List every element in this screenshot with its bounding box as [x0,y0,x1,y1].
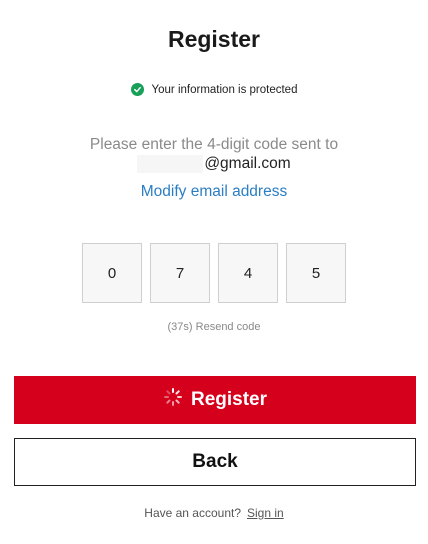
shield-check-icon [130,83,144,96]
masked-email-prefix [137,155,204,173]
signin-link[interactable]: Sign in [247,506,284,520]
code-digit-4[interactable]: 5 [286,243,346,303]
loading-spinner-icon [163,387,183,413]
signin-prompt: Have an account? Sign in [0,506,428,520]
code-digit-1[interactable]: 0 [82,243,142,303]
email-suffix: @gmail.com [204,155,291,172]
security-notice: Your information is protected [0,83,428,96]
modify-email-link[interactable]: Modify email address [0,183,428,201]
code-digit-2[interactable]: 7 [150,243,210,303]
code-digit-3[interactable]: 4 [218,243,278,303]
page-title: Register [167,26,261,52]
account-prompt-text: Have an account? [144,506,242,520]
back-button[interactable]: Back [14,438,416,486]
security-text: Your information is protected [151,83,298,96]
register-button-label: Register [190,389,268,410]
code-instruction: Please enter the 4-digit code sent to [89,136,339,153]
resend-code-countdown: (37s) Resend code [167,321,261,333]
email-display: @gmail.com [0,155,428,173]
register-button[interactable]: Register [14,376,416,424]
